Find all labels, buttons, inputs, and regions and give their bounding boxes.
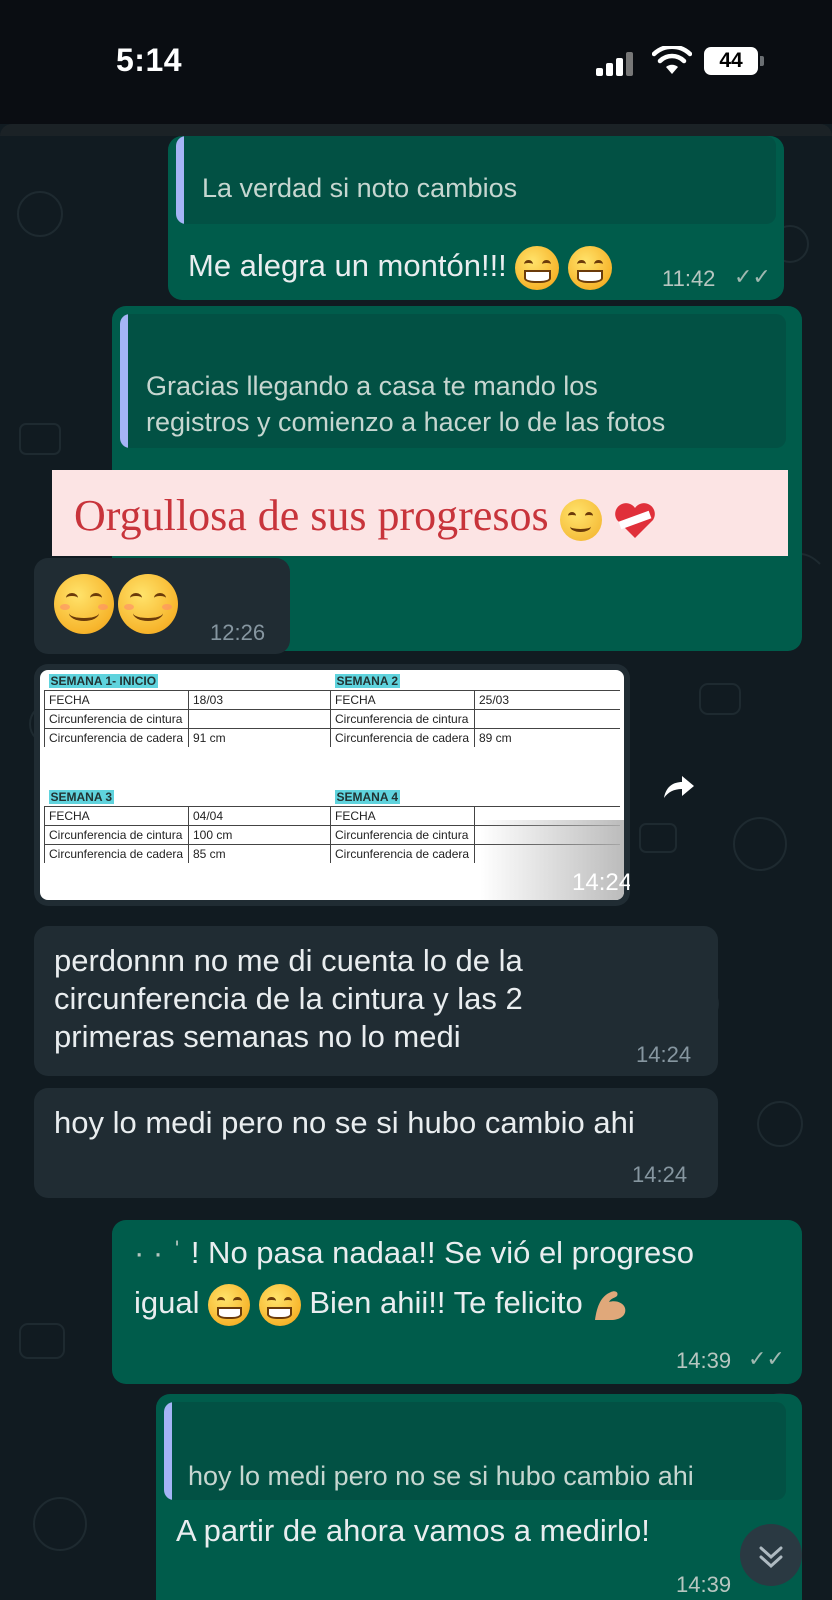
row-label: Circunferencia de cadera [330,728,475,747]
grinning-face-emoji [568,246,613,290]
battery-tip [760,56,764,66]
quote-bar [176,136,184,224]
message-incoming[interactable]: hoy lo medi pero no se si hubo cambio ah… [34,1088,718,1198]
pleading-face-emoji [559,498,602,541]
mended-heart-emoji [614,503,655,538]
quote-text-line2: registros y comienzo a hacer lo de las f… [146,407,666,437]
chat-header-edge [0,124,832,136]
smiling-face-emoji [54,574,114,634]
week-title: SEMANA 4 [334,790,401,804]
row-label: Circunferencia de cintura [330,825,475,845]
message-text-body: Me alegra un montón!!! [188,248,507,284]
message-time: 14:39 [676,1572,732,1597]
row-label: FECHA [330,806,475,826]
reply-quote[interactable]: hoy lo medi pero no se si hubo cambio ah… [164,1402,786,1500]
row-label: FECHA [44,806,189,826]
message-text: Me alegra un montón!!! [188,246,613,290]
quote-text: La verdad si noto cambios [202,173,518,203]
row-label: Circunferencia de cintura [330,709,475,729]
message-time: 12:26 [210,620,266,645]
quote-text-line1: Gracias llegando a casa te mando los [146,371,598,401]
battery-icon: 44 [704,47,758,75]
wifi-icon [652,46,692,74]
reply-quote[interactable]: La verdad si noto cambios [176,136,776,224]
scroll-to-bottom-button[interactable] [740,1524,802,1586]
message-text-line3: primeras semanas no lo medi [54,1019,461,1054]
smiling-face-emoji [118,574,178,634]
grinning-face-emoji [515,246,560,290]
message-time: 14:24 [632,1162,688,1187]
banner-caption: Orgullosa de sus progresos [74,491,549,540]
message-time: 14:24 [572,869,630,896]
cellular-signal-icon [596,52,638,76]
double-check-icon: ✓✓ [748,1346,785,1371]
measurement-sheet-image[interactable]: SEMANA 1- INICIO FECHA 18/03 Circunferenc… [40,670,624,900]
row-value [188,709,334,729]
week-table: SEMANA 2 FECHA 25/03 Circunferencia de ci… [330,672,620,747]
row-label: Circunferencia de cadera [44,844,189,863]
row-value: 25/03 [474,690,620,710]
reply-quote[interactable]: Gracias llegando a casa te mando los reg… [120,314,786,448]
message-text-line2: circunferencia de la cintura y las 2 [54,981,523,1016]
chat-area[interactable]: La verdad si noto cambios Me alegra un m… [0,124,832,1600]
week-title: SEMANA 1- INICIO [48,674,159,688]
row-value [474,709,620,729]
sticker-banner[interactable]: Orgullosa de sus progresos [52,470,788,556]
row-value: 18/03 [188,690,334,710]
message-text: A partir de ahora vamos a medirlo! [176,1513,650,1548]
message-time: 14:24 [636,1042,692,1067]
quote-text: hoy lo medi pero no se si hubo cambio ah… [188,1461,694,1491]
message-incoming[interactable]: perdonnn no me di cuenta lo de la circun… [34,926,718,1076]
double-check-icon: ✓✓ [734,264,771,289]
clock: 5:14 [116,42,183,78]
row-value: 91 cm [188,728,334,747]
week-title: SEMANA 3 [48,790,115,804]
message-text-body: igual [134,1285,200,1321]
week-table: SEMANA 3 FECHA 04/04 Circunferencia de ci… [44,788,334,863]
row-label: FECHA [44,690,189,710]
message-outgoing[interactable]: La verdad si noto cambios Me alegra un m… [168,136,784,300]
message-text-body: Bien ahii!! Te felicito [309,1285,583,1321]
row-label: FECHA [330,690,475,710]
banner-text: Orgullosa de sus progresos [74,490,657,541]
message-outgoing[interactable]: hoy lo medi pero no se si hubo cambio ah… [156,1394,802,1600]
message-text-line2: igual Bien ahii!! Te felicito [134,1284,631,1326]
forward-icon[interactable] [662,774,696,800]
row-label: Circunferencia de cintura [44,825,189,845]
message-text: hoy lo medi pero no se si hubo cambio ah… [54,1105,635,1140]
week-table: SEMANA 1- INICIO FECHA 18/03 Circunferenc… [44,672,334,747]
redacted-name: · · ˈ [134,1235,183,1270]
quote-bar [164,1402,172,1500]
row-value: 04/04 [188,806,334,826]
message-incoming[interactable]: 12:26 [34,558,290,654]
row-label: Circunferencia de cadera [44,728,189,747]
row-value: 85 cm [188,844,334,863]
message-time: 14:39 [676,1348,732,1373]
row-label: Circunferencia de cintura [44,709,189,729]
row-value: 89 cm [474,728,620,747]
row-label: Circunferencia de cadera [330,844,475,863]
message-outgoing[interactable]: · · ˈ ! No pasa nadaa!! Se vió el progre… [112,1220,802,1384]
message-text-body: ! No pasa nadaa!! Se vió el progreso [190,1235,695,1270]
message-text-line1: perdonnn no me di cuenta lo de la [54,943,523,978]
flexed-biceps-emoji [595,1291,626,1320]
message-text-line1: · · ˈ ! No pasa nadaa!! Se vió el progre… [134,1234,694,1272]
quote-bar [120,314,128,448]
row-value: 100 cm [188,825,334,845]
grinning-face-emoji [208,1284,251,1326]
week-title: SEMANA 2 [334,674,401,688]
grinning-face-emoji [258,1284,301,1326]
chevron-down-icon [759,1546,783,1569]
message-time: 11:42 [662,266,716,291]
message-image[interactable]: SEMANA 1- INICIO FECHA 18/03 Circunferenc… [34,664,630,906]
status-bar: 5:14 44 [0,0,832,128]
